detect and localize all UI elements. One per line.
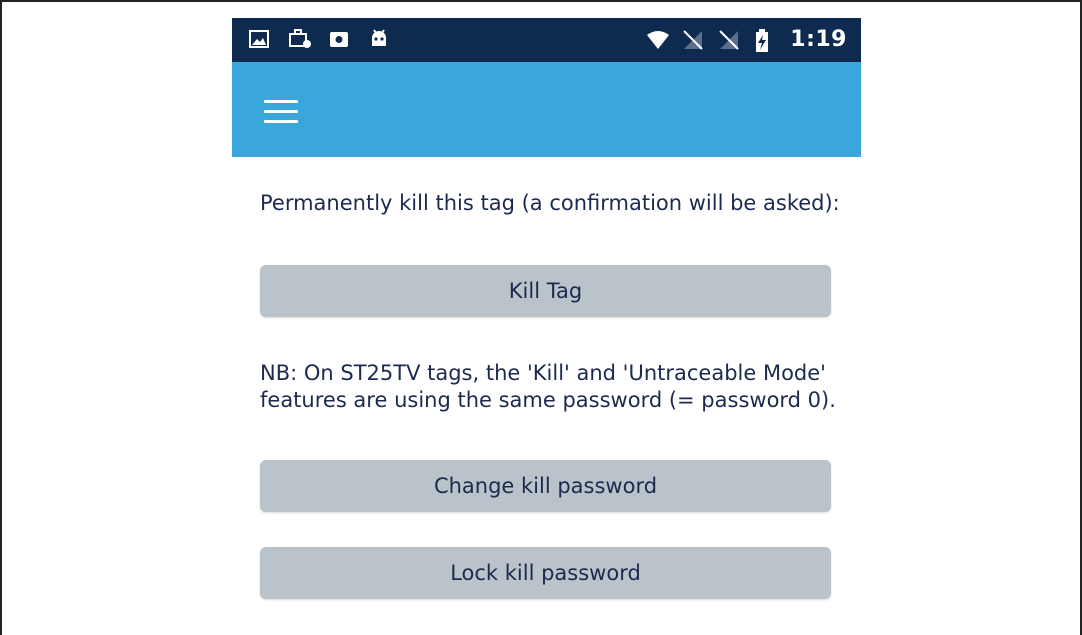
status-bar-right-icons: 1:19: [646, 27, 847, 52]
android-icon: [368, 28, 390, 50]
change-kill-password-button[interactable]: Change kill password: [260, 460, 831, 512]
briefcase-icon: [288, 28, 311, 50]
kill-description: Permanently kill this tag (a confirmatio…: [260, 191, 840, 215]
image-icon: [248, 28, 270, 50]
record-icon: [328, 28, 350, 50]
status-bar-left-icons: [248, 28, 390, 50]
phone-screen: 1:19 Permanently kill this tag (a confir…: [232, 18, 861, 635]
status-bar: 1:19: [232, 18, 861, 62]
wifi-icon: [646, 29, 670, 51]
kill-section: Permanently kill this tag (a confirmatio…: [260, 190, 840, 217]
app-bar: [232, 62, 861, 157]
nb-section: NB: On ST25TV tags, the 'Kill' and 'Untr…: [260, 360, 840, 414]
battery-charging-icon: [754, 28, 776, 52]
kill-tag-button[interactable]: Kill Tag: [260, 265, 831, 317]
status-time: 1:19: [790, 27, 847, 52]
no-signal-icon: [718, 29, 740, 51]
lock-kill-password-button[interactable]: Lock kill password: [260, 547, 831, 599]
nb-note: NB: On ST25TV tags, the 'Kill' and 'Untr…: [260, 361, 836, 412]
hamburger-menu-icon[interactable]: [264, 100, 298, 124]
no-signal-icon: [682, 29, 704, 51]
